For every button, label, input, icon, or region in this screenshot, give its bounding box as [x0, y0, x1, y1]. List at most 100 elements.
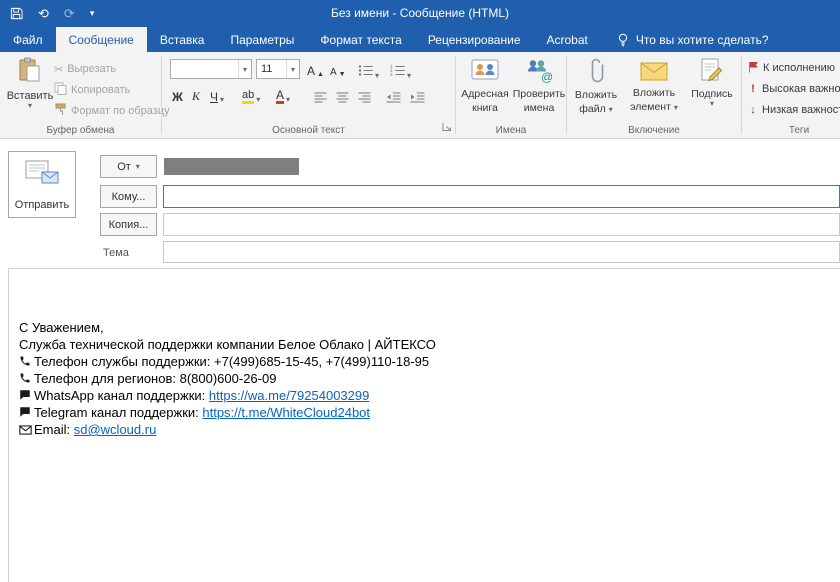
highlight-button[interactable]: ab ▾ — [240, 85, 262, 105]
attach-file-label-1: Вложить — [575, 89, 617, 101]
font-size-caret-icon: ▾ — [286, 60, 299, 78]
shrink-arrow-icon: ▼ — [339, 71, 346, 78]
signature-line: Телефон службы поддержки: +7(499)685-15-… — [19, 353, 840, 370]
group-include: Вложить файл ▾ Вложить элемент ▾ Подпись… — [567, 52, 741, 138]
font-size-combo[interactable]: 11 ▾ — [256, 59, 300, 79]
cut-button[interactable]: ✂ Вырезать — [54, 59, 116, 79]
from-button[interactable]: От ▾ — [100, 155, 157, 178]
align-right-button[interactable] — [356, 87, 373, 107]
numbering-button[interactable]: 123 ▾ — [388, 61, 413, 81]
cc-field[interactable] — [163, 213, 840, 236]
tab-message[interactable]: Сообщение — [56, 27, 147, 52]
from-label: От — [117, 161, 131, 173]
shrink-font-label: А — [330, 67, 337, 78]
message-body[interactable]: С Уважением, Служба технической поддержк… — [8, 268, 840, 582]
paste-button[interactable]: Вставить ▾ — [8, 57, 52, 110]
to-button[interactable]: Кому... — [100, 185, 157, 208]
bold-button[interactable]: Ж — [170, 85, 185, 105]
group-label-include: Включение — [567, 125, 741, 136]
cc-button[interactable]: Копия... — [100, 213, 157, 236]
window-title: Без имени - Сообщение (HTML) — [0, 0, 840, 27]
font-name-combo[interactable]: ▾ — [170, 59, 252, 79]
tell-me-box[interactable]: Что вы хотите сделать? — [617, 27, 769, 52]
address-book-icon — [470, 57, 500, 86]
tab-format-text[interactable]: Формат текста — [307, 27, 414, 52]
align-right-icon — [358, 92, 371, 106]
bullets-caret-icon: ▾ — [375, 72, 379, 80]
low-importance-button[interactable]: ↓ Низкая важность — [748, 100, 840, 120]
signature-text: WhatsApp канал поддержки: — [34, 388, 209, 403]
format-painter-icon — [54, 103, 67, 119]
numbering-caret-icon: ▾ — [407, 72, 411, 80]
signature-line: WhatsApp канал поддержки: https://wa.me/… — [19, 387, 840, 404]
follow-up-button[interactable]: К исполнению — [748, 58, 835, 78]
tab-options[interactable]: Параметры — [217, 27, 307, 52]
send-icon — [24, 160, 60, 189]
check-names-button[interactable]: @ Проверить имена — [512, 57, 566, 114]
send-button[interactable]: Отправить — [8, 151, 76, 218]
font-name-caret-icon: ▾ — [238, 60, 251, 78]
signature-button[interactable]: Подпись ▾ — [687, 57, 737, 108]
paperclip-icon — [588, 57, 604, 87]
cc-label: Копия... — [109, 219, 149, 231]
from-address-redacted — [164, 158, 299, 175]
to-field[interactable] — [163, 185, 840, 208]
from-caret-icon: ▾ — [136, 163, 140, 171]
telegram-link[interactable]: https://t.me/WhiteCloud24bot — [202, 405, 370, 420]
address-book-label-2: книга — [472, 102, 498, 114]
high-importance-button[interactable]: ! Высокая важность — [748, 79, 840, 99]
cut-label: Вырезать — [67, 63, 116, 75]
address-book-button[interactable]: Адресная книга — [458, 57, 512, 114]
paste-caret-icon: ▾ — [28, 102, 32, 110]
format-painter-label: Формат по образцу — [71, 105, 170, 117]
shrink-font-button[interactable]: А▼ — [328, 59, 348, 79]
tab-insert[interactable]: Вставка — [147, 27, 218, 52]
attach-item-caret-icon: ▾ — [674, 103, 678, 112]
attach-file-button[interactable]: Вложить файл ▾ — [571, 57, 621, 115]
chat-icon — [19, 404, 34, 421]
underline-button[interactable]: Ч ▾ — [208, 85, 226, 105]
high-importance-label: Высокая важность — [762, 83, 840, 95]
italic-button[interactable]: К — [190, 85, 202, 105]
increase-indent-button[interactable] — [408, 87, 427, 107]
subject-field[interactable] — [163, 241, 840, 263]
bullets-icon — [358, 64, 373, 80]
tell-me-label: Что вы хотите сделать? — [636, 33, 769, 47]
copy-button[interactable]: Копировать — [54, 80, 130, 100]
envelope-icon — [640, 60, 668, 85]
highlight-caret-icon: ▾ — [256, 96, 260, 104]
title-bar: ⟲ ⟳ ▾ Без имени - Сообщение (HTML) — [0, 0, 840, 27]
subject-label: Тема — [103, 247, 129, 259]
align-left-icon — [314, 92, 327, 106]
outlook-compose-window: ⟲ ⟳ ▾ Без имени - Сообщение (HTML) Файл … — [0, 0, 840, 582]
increase-indent-icon — [410, 92, 425, 106]
signature-caret-icon: ▾ — [710, 100, 714, 108]
font-color-button[interactable]: А ▾ — [274, 85, 292, 105]
grow-arrow-icon: ▲ — [317, 71, 324, 78]
group-tags: К исполнению ! Высокая важность ↓ Низкая… — [742, 52, 840, 138]
phone-icon — [19, 370, 34, 387]
low-importance-label: Низкая важность — [762, 104, 840, 116]
tab-review[interactable]: Рецензирование — [415, 27, 534, 52]
bullets-button[interactable]: ▾ — [356, 61, 381, 81]
tab-acrobat[interactable]: Acrobat — [534, 27, 601, 52]
phone-icon — [19, 353, 34, 370]
tab-file[interactable]: Файл — [0, 27, 56, 52]
attach-file-caret-icon: ▾ — [609, 105, 613, 114]
align-left-button[interactable] — [312, 87, 329, 107]
group-label-tags: Теги — [742, 125, 840, 136]
attach-item-button[interactable]: Вложить элемент ▾ — [625, 57, 683, 113]
format-painter-button[interactable]: Формат по образцу — [54, 101, 170, 121]
grow-font-label: А — [307, 64, 315, 78]
group-clipboard: Вставить ▾ ✂ Вырезать Копировать Формат … — [0, 52, 161, 138]
underline-caret-icon: ▾ — [220, 96, 224, 104]
decrease-indent-button[interactable] — [384, 87, 403, 107]
chat-icon — [19, 387, 34, 404]
grow-font-button[interactable]: А▲ — [305, 59, 326, 79]
group-label-basic-text: Основной текст — [162, 125, 455, 136]
whatsapp-link[interactable]: https://wa.me/79254003299 — [209, 388, 369, 403]
copy-label: Копировать — [71, 84, 130, 96]
flag-icon — [748, 61, 759, 76]
align-center-button[interactable] — [334, 87, 351, 107]
email-link[interactable]: sd@wcloud.ru — [74, 422, 157, 437]
